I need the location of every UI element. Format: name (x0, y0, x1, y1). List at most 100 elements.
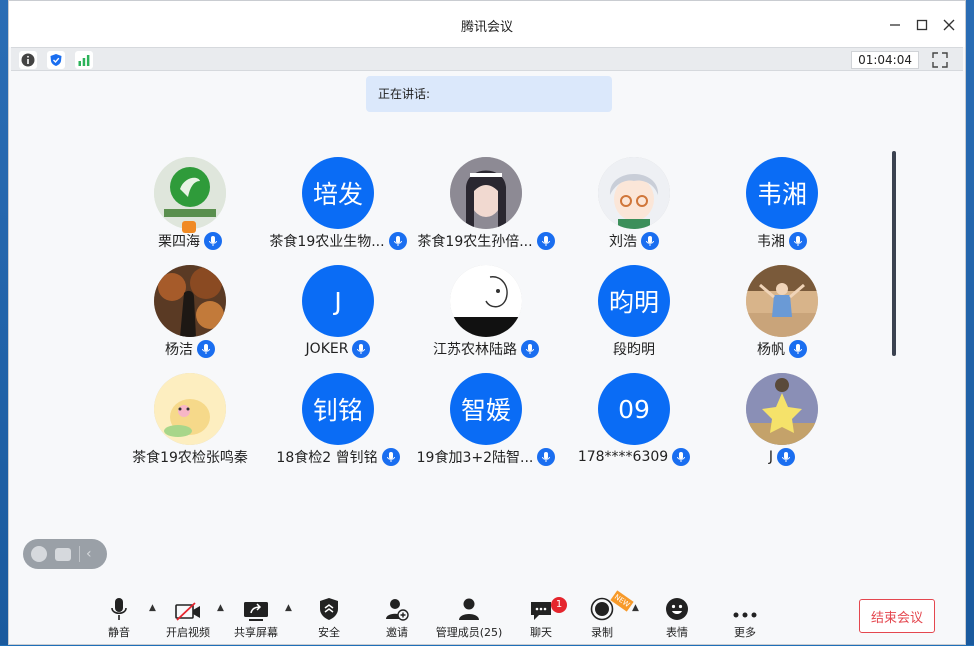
more-button[interactable]: 更多 (715, 595, 775, 640)
participant-tile[interactable]: 培发 茶食19农业生物... (264, 157, 412, 267)
close-icon (943, 19, 955, 31)
avatar (154, 373, 226, 445)
avatar (154, 157, 226, 229)
start-video-label: 开启视频 (166, 626, 210, 639)
close-button[interactable] (939, 15, 959, 35)
avatar (450, 265, 522, 337)
record-button[interactable]: 录制 NEW (572, 590, 634, 640)
avatar: 智媛 (450, 373, 522, 445)
floating-chat-toolbar[interactable]: ‹ (23, 539, 107, 569)
participant-name-row: 杨帆 (708, 339, 856, 359)
avatar: 09 (598, 373, 670, 445)
chat-bubble-icon[interactable] (55, 547, 71, 561)
participant-tile[interactable]: 昀明 段昀明 (560, 265, 708, 375)
maximize-icon (916, 19, 928, 31)
mute-button[interactable]: 静音 (89, 595, 149, 640)
fullscreen-icon (932, 52, 948, 68)
mic-status-icon (388, 232, 407, 250)
maximize-button[interactable] (912, 15, 932, 35)
participant-tile[interactable]: 茶食19农检张鸣秦 (116, 373, 264, 483)
avatar: 培发 (302, 157, 374, 229)
avatar: 钊铭 (302, 373, 374, 445)
share-options-caret-icon[interactable]: ▲ (285, 603, 292, 613)
participant-tile[interactable]: 智媛 19食加3+2陆智... (412, 373, 560, 483)
share-screen-button[interactable]: 共享屏幕 (226, 595, 286, 640)
mic-status-icon (521, 340, 539, 358)
meeting-timer: 01:04:04 (851, 51, 919, 69)
participant-name-row: 茶食19农业生物... (264, 231, 412, 251)
unread-count-badge: 1 (551, 597, 567, 613)
record-label: 录制 (591, 626, 613, 639)
participant-name: JOKER (305, 341, 349, 357)
cartoon-dino-avatar-image (154, 373, 226, 445)
participant-tile[interactable]: 钊铭 18食检2 曾钊铭 (264, 373, 412, 483)
minimize-icon (890, 24, 900, 26)
members-icon (459, 598, 479, 620)
participant-tile[interactable]: J JOKER (264, 265, 412, 375)
participant-name: 韦湘 (757, 234, 785, 250)
security-button[interactable]: 安全 (299, 595, 359, 640)
participant-list-scrollbar[interactable] (892, 151, 896, 356)
participant-name: 刘浩 (609, 234, 637, 250)
participant-name-row: 茶食19农生孙倍... (412, 231, 560, 251)
participant-name: 19食加3+2陆智... (416, 450, 534, 466)
microphone-icon (111, 598, 127, 620)
avatar (154, 265, 226, 337)
participant-tile[interactable]: 江苏农林陆路 (412, 265, 560, 375)
security-label: 安全 (318, 626, 340, 639)
sketch-avatar-image (450, 265, 522, 337)
bottom-control-bar: 静音 ▲ 开启视频 ▲ 共享屏幕 ▲ 安全 邀请 管理成员(25) 聊天 1 录… (9, 590, 965, 646)
avatar (598, 157, 670, 229)
video-off-icon (175, 602, 200, 621)
record-options-caret-icon[interactable]: ▲ (632, 603, 639, 613)
autumn-landscape-avatar-image (154, 265, 226, 337)
mic-status-icon (641, 232, 659, 250)
participant-tile[interactable]: 茶食19农生孙倍... (412, 157, 560, 267)
participant-tile[interactable]: 杨洁 (116, 265, 264, 375)
meeting-info-bar: 01:04:04 (11, 47, 963, 71)
security-status-button[interactable] (47, 51, 65, 69)
fullscreen-button[interactable] (931, 51, 949, 69)
participant-tile[interactable]: 杨帆 (708, 265, 856, 375)
network-status-button[interactable] (75, 51, 93, 69)
video-options-caret-icon[interactable]: ▲ (217, 603, 224, 613)
meeting-info-button[interactable] (19, 51, 37, 69)
participant-tile[interactable]: 刘浩 (560, 157, 708, 267)
avatar (746, 373, 818, 445)
more-dots-icon (733, 612, 757, 618)
meeting-window: 腾讯会议 01:04:04 正在讲话: 栗四海 培发 茶食19农业生物... 茶… (8, 0, 966, 645)
participant-tile[interactable]: 韦湘 韦湘 (708, 157, 856, 267)
participant-name: 178****6309 (577, 449, 669, 465)
cartoon-boy-avatar-image (598, 157, 670, 229)
participant-name-row: JOKER (264, 339, 412, 359)
participant-name-row: J (708, 447, 856, 467)
end-meeting-button[interactable]: 结束会议 (859, 599, 935, 633)
participant-name-row: 刘浩 (560, 231, 708, 251)
mute-options-caret-icon[interactable]: ▲ (149, 603, 156, 613)
manage-members-button[interactable]: 管理成员(25) (433, 595, 505, 640)
title-bar: 腾讯会议 (9, 1, 965, 47)
participant-tile[interactable]: J (708, 373, 856, 483)
avatar (746, 265, 818, 337)
start-video-button[interactable]: 开启视频 (158, 595, 218, 640)
participant-name-row: 段昀明 (560, 339, 708, 359)
mic-status-icon (536, 232, 555, 250)
collapse-arrow-icon[interactable]: ‹ (79, 546, 92, 562)
emoji-button[interactable]: 表情 (647, 595, 707, 640)
chat-button[interactable]: 聊天 1 (511, 595, 571, 640)
invite-button[interactable]: 邀请 (367, 595, 427, 640)
participant-name-row: 18食检2 曾钊铭 (264, 447, 412, 467)
participant-tile[interactable]: 栗四海 (116, 157, 264, 267)
mic-status-icon (204, 232, 222, 250)
mic-status-icon (537, 448, 556, 466)
minimize-button[interactable] (885, 15, 905, 35)
avatar: 韦湘 (746, 157, 818, 229)
participant-name-row: 韦湘 (708, 231, 856, 251)
emoji-reaction-icon[interactable] (31, 546, 47, 562)
window-title: 腾讯会议 (460, 20, 513, 35)
active-speaker-label: 正在讲话: (378, 87, 431, 101)
shield-lock-icon (320, 598, 338, 620)
anime-girl-avatar-image (450, 157, 522, 229)
avatar: 昀明 (598, 265, 670, 337)
participant-tile[interactable]: 09 178****6309 (560, 373, 708, 483)
